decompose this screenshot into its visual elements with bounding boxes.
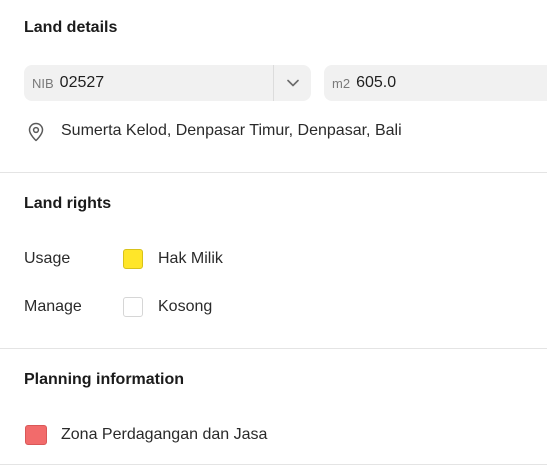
area-prefix: m2 — [332, 75, 351, 91]
section-divider — [0, 464, 547, 465]
section-divider — [0, 348, 547, 349]
usage-value: Hak Milik — [158, 250, 223, 267]
chevron-down-icon — [286, 79, 299, 87]
nib-dropdown-button[interactable] — [274, 65, 311, 101]
nib-field[interactable]: NIB 02527 — [24, 65, 311, 101]
area-field[interactable]: m2 605.0 — [324, 65, 547, 101]
usage-label: Usage — [24, 250, 71, 267]
section-divider — [0, 172, 547, 173]
nib-prefix: NIB — [32, 75, 54, 91]
nib-value[interactable]: 02527 — [60, 74, 105, 92]
land-details-title: Land details — [24, 19, 118, 36]
area-value[interactable]: 605.0 — [356, 74, 396, 92]
zone-name: Zona Perdagangan dan Jasa — [61, 426, 268, 443]
planning-title: Planning information — [24, 371, 184, 388]
land-rights-title: Land rights — [24, 195, 112, 212]
manage-color-swatch — [123, 297, 143, 317]
zone-color-swatch — [25, 425, 47, 445]
manage-label: Manage — [24, 298, 82, 315]
location-text: Sumerta Kelod, Denpasar Timur, Denpasar,… — [61, 122, 402, 139]
map-pin-icon — [28, 122, 44, 142]
usage-color-swatch — [123, 249, 143, 269]
manage-value: Kosong — [158, 298, 213, 315]
